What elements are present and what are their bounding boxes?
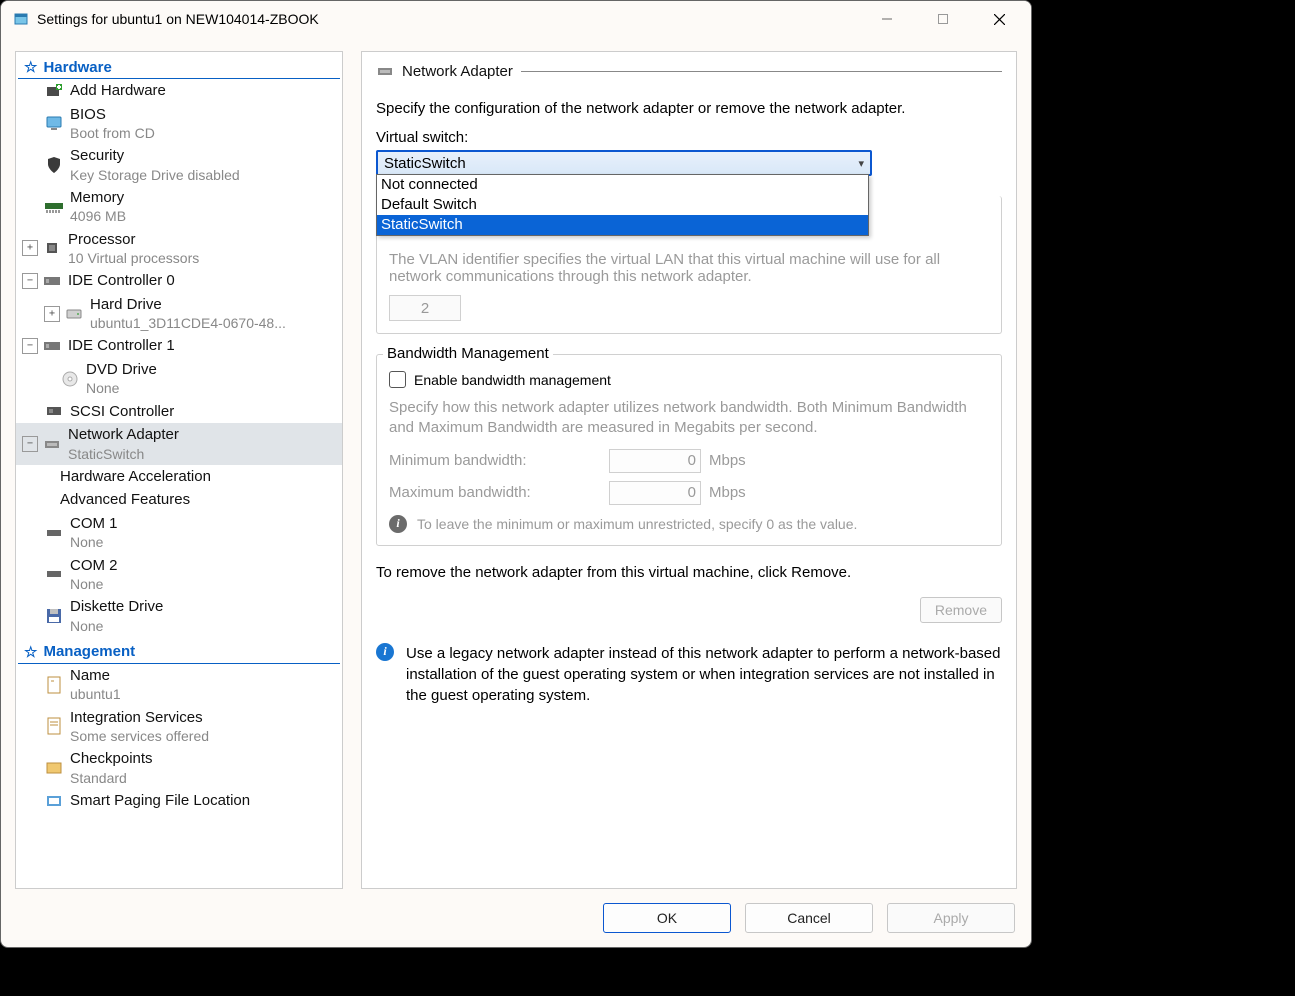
expand-icon[interactable]: +	[22, 240, 38, 256]
section-management[interactable]: ☆ Management	[18, 639, 340, 664]
vlan-id-input[interactable]	[389, 295, 461, 321]
sidebar-adv-features[interactable]: Advanced Features	[16, 488, 342, 512]
sidebar-scsi[interactable]: SCSI Controller	[16, 400, 342, 424]
combo-selected[interactable]: StaticSwitch ▾	[376, 150, 872, 176]
network-adapter-icon	[376, 62, 394, 80]
min-bandwidth-unit: Mbps	[709, 452, 746, 469]
collapse-icon: ☆	[24, 643, 37, 661]
combo-option-static-switch[interactable]: StaticSwitch	[377, 215, 868, 235]
title-divider	[521, 71, 1002, 72]
smart-paging-icon	[44, 792, 64, 810]
sidebar-com1[interactable]: COM 1None	[16, 512, 342, 554]
sidebar-diskette[interactable]: Diskette DriveNone	[16, 595, 342, 637]
min-bandwidth-input[interactable]	[609, 449, 701, 473]
panel-title-row: Network Adapter	[376, 62, 1002, 80]
collapse-icon[interactable]: −	[22, 436, 38, 452]
chevron-down-icon: ▾	[858, 157, 864, 170]
controller-icon	[42, 272, 62, 290]
sidebar-memory[interactable]: Memory4096 MB	[16, 186, 342, 228]
name-icon	[44, 676, 64, 694]
collapse-icon[interactable]: −	[22, 338, 38, 354]
app-icon	[13, 11, 29, 27]
add-hardware-icon	[44, 82, 64, 100]
panel-title: Network Adapter	[402, 63, 513, 80]
enable-bandwidth-checkbox[interactable]	[389, 371, 406, 388]
scsi-icon	[44, 402, 64, 420]
dialog-buttons: OK Cancel Apply	[1, 893, 1031, 947]
checkpoints-icon	[44, 759, 64, 777]
combo-selected-text: StaticSwitch	[384, 155, 466, 172]
sidebar-processor[interactable]: + Processor10 Virtual processors	[16, 228, 342, 270]
content-body: ☆ Hardware Add Hardware BIOSBoot from CD…	[1, 37, 1031, 893]
remove-text: To remove the network adapter from this …	[376, 564, 851, 581]
diskette-icon	[44, 607, 64, 625]
apply-button[interactable]: Apply	[887, 903, 1015, 933]
maximize-button[interactable]	[915, 1, 971, 37]
window-title: Settings for ubuntu1 on NEW104014-ZBOOK	[37, 11, 859, 27]
cpu-icon	[42, 239, 62, 257]
controller-icon	[42, 337, 62, 355]
sidebar-add-hardware[interactable]: Add Hardware	[16, 79, 342, 103]
bandwidth-legend: Bandwidth Management	[383, 345, 553, 362]
sidebar-hard-drive[interactable]: + Hard Driveubuntu1_3D11CDE4-0670-48...	[16, 293, 342, 335]
combo-option-not-connected[interactable]: Not connected	[377, 175, 868, 195]
max-bandwidth-label: Maximum bandwidth:	[389, 484, 609, 501]
sidebar-name[interactable]: Nameubuntu1	[16, 664, 342, 706]
titlebar: Settings for ubuntu1 on NEW104014-ZBOOK	[1, 1, 1031, 37]
combo-option-default-switch[interactable]: Default Switch	[377, 195, 868, 215]
section-hardware[interactable]: ☆ Hardware	[18, 54, 340, 79]
settings-window: Settings for ubuntu1 on NEW104014-ZBOOK …	[0, 0, 1032, 948]
max-bandwidth-row: Maximum bandwidth: Mbps	[389, 481, 989, 505]
info-icon: i	[376, 643, 394, 661]
sidebar-com2[interactable]: COM 2None	[16, 554, 342, 596]
com-port-icon	[44, 524, 64, 542]
vlan-help-text: The VLAN identifier specifies the virtua…	[389, 251, 989, 285]
settings-panel: Network Adapter Specify the configuratio…	[361, 51, 1017, 889]
sidebar-hw-accel[interactable]: Hardware Acceleration	[16, 465, 342, 489]
com-port-icon	[44, 565, 64, 583]
bios-icon	[44, 114, 64, 132]
dvd-icon	[60, 370, 80, 388]
virtual-switch-label: Virtual switch:	[376, 129, 1002, 146]
enable-bandwidth-label: Enable bandwidth management	[414, 372, 611, 388]
max-bandwidth-unit: Mbps	[709, 484, 746, 501]
window-controls	[859, 1, 1027, 37]
min-bandwidth-label: Minimum bandwidth:	[389, 452, 609, 469]
min-bandwidth-row: Minimum bandwidth: Mbps	[389, 449, 989, 473]
combo-dropdown: Not connected Default Switch StaticSwitc…	[376, 174, 869, 236]
max-bandwidth-input[interactable]	[609, 481, 701, 505]
legacy-note-text: Use a legacy network adapter instead of …	[406, 643, 1002, 706]
section-hardware-label: Hardware	[43, 59, 111, 76]
navigation-sidebar[interactable]: ☆ Hardware Add Hardware BIOSBoot from CD…	[15, 51, 343, 889]
sidebar-ide1[interactable]: − IDE Controller 1	[16, 334, 342, 358]
sidebar-dvd-drive[interactable]: DVD DriveNone	[16, 358, 342, 400]
section-management-label: Management	[43, 643, 135, 660]
bandwidth-fieldset: Bandwidth Management Enable bandwidth ma…	[376, 354, 1002, 546]
minimize-button[interactable]	[859, 1, 915, 37]
info-icon: i	[389, 515, 407, 533]
close-button[interactable]	[971, 1, 1027, 37]
shield-icon	[44, 156, 64, 174]
sidebar-security[interactable]: SecurityKey Storage Drive disabled	[16, 144, 342, 186]
collapse-icon: ☆	[24, 58, 37, 76]
sidebar-ide0[interactable]: − IDE Controller 0	[16, 269, 342, 293]
remove-button[interactable]: Remove	[920, 597, 1002, 623]
panel-description: Specify the configuration of the network…	[376, 100, 1002, 117]
hard-drive-icon	[64, 305, 84, 323]
sidebar-checkpoints[interactable]: CheckpointsStandard	[16, 747, 342, 789]
cancel-button[interactable]: Cancel	[745, 903, 873, 933]
sidebar-integration[interactable]: Integration ServicesSome services offere…	[16, 706, 342, 748]
virtual-switch-combo[interactable]: StaticSwitch ▾ Not connected Default Swi…	[376, 150, 872, 176]
bandwidth-tip: To leave the minimum or maximum unrestri…	[417, 516, 857, 532]
expand-icon[interactable]: +	[44, 306, 60, 322]
integration-icon	[44, 717, 64, 735]
sidebar-network-adapter[interactable]: − Network AdapterStaticSwitch	[16, 423, 342, 465]
ok-button[interactable]: OK	[603, 903, 731, 933]
sidebar-bios[interactable]: BIOSBoot from CD	[16, 103, 342, 145]
network-icon	[42, 435, 62, 453]
bandwidth-help: Specify how this network adapter utilize…	[389, 398, 989, 439]
sidebar-smart-paging[interactable]: Smart Paging File Location	[16, 789, 342, 813]
memory-icon	[44, 198, 64, 216]
collapse-icon[interactable]: −	[22, 273, 38, 289]
